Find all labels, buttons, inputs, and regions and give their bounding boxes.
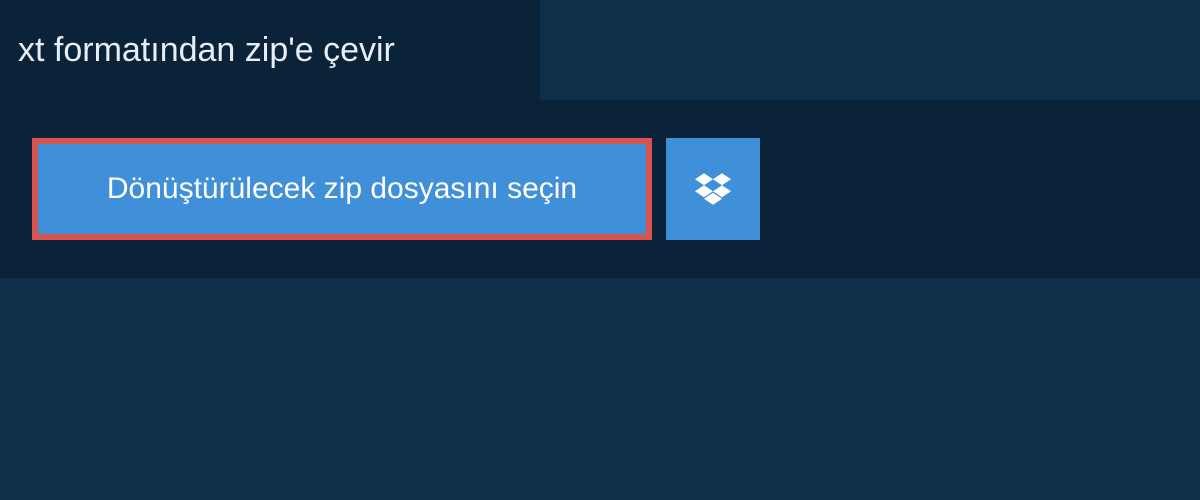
dropbox-button[interactable] — [666, 138, 760, 240]
page-title: xt formatından zip'e çevir — [18, 31, 395, 70]
select-file-button[interactable]: Dönüştürülecek zip dosyasını seçin — [32, 138, 652, 240]
button-row: Dönüştürülecek zip dosyasını seçin — [32, 138, 1168, 240]
select-file-label: Dönüştürülecek zip dosyasını seçin — [107, 172, 577, 206]
dropbox-icon — [695, 173, 731, 205]
header-bar: xt formatından zip'e çevir — [0, 0, 540, 100]
content-panel: Dönüştürülecek zip dosyasını seçin — [0, 100, 1200, 278]
